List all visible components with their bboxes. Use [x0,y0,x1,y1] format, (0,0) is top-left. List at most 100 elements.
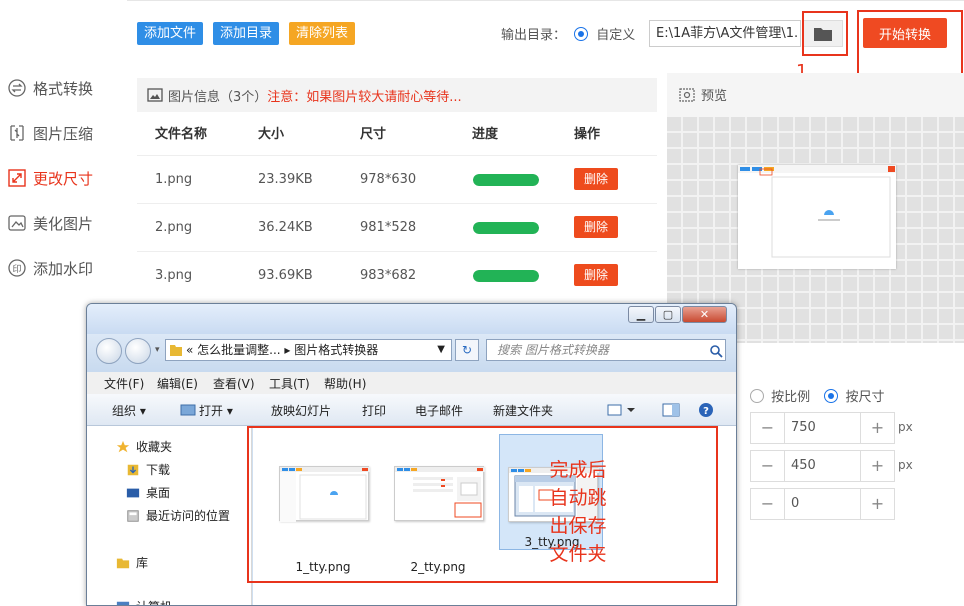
clear-list-button[interactable]: 清除列表 [289,22,356,45]
add-file-button[interactable]: 添加文件 [137,22,204,45]
email-button[interactable]: 电子邮件 [415,402,463,419]
cell-dims: 983*682 [360,268,417,283]
computer-icon [116,601,130,605]
nav-favorites[interactable]: 收藏夹 [115,438,172,455]
nav-history-icon[interactable]: ▾ [155,345,160,355]
search-input[interactable]: 搜索 图片格式转换器 [486,339,726,361]
sidebar-item-label: 更改尺寸 [33,169,94,188]
nav-desktop[interactable]: 桌面 [125,484,170,501]
table-row: 1.png 23.39KB 978*630 删除 [137,155,657,202]
sidebar-item-watermark[interactable]: 印 添加水印 [6,255,93,281]
format-convert-icon [6,77,28,99]
cell-dims: 981*528 [360,220,417,235]
explorer-titlebar: ▁ ▢ ✕ [87,304,736,334]
custom-radio[interactable] [574,27,589,41]
height-value: 450 [791,458,816,473]
third-decrease-button[interactable]: − [751,489,785,519]
width-increase-button[interactable]: + [860,413,894,443]
help-icon[interactable]: ? [698,402,714,418]
callout-box-1 [802,11,848,56]
cell-dims: 978*630 [360,172,417,187]
third-increase-button[interactable]: + [860,489,894,519]
close-button[interactable]: ✕ [682,306,727,323]
sidebar-item-beautify[interactable]: 美化图片 [6,210,93,236]
explorer-nav-pane: 收藏夹 下载 桌面 最近访问的位置 库 计算机 [87,426,252,605]
progress-fill [473,174,539,186]
star-icon [116,440,130,452]
menu-tools[interactable]: 工具(T) [269,375,310,392]
search-icon[interactable] [709,344,723,358]
slideshow-button[interactable]: 放映幻灯片 [271,402,331,419]
sidebar-item-label: 美化图片 [33,214,94,233]
cell-size: 23.39KB [258,172,313,187]
nav-library[interactable]: 库 [115,554,148,571]
col-header-progress: 进度 [472,127,499,142]
desktop-icon [126,488,140,497]
cell-size: 93.69KB [258,268,313,283]
height-decrease-button[interactable]: − [751,451,785,481]
forward-button[interactable] [125,338,151,364]
back-button[interactable] [96,338,122,364]
custom-radio-label: 自定义 [596,28,636,43]
output-dir-label-text: 输出目录： [501,28,567,43]
sidebar-item-format-convert[interactable]: 格式转换 [6,75,93,101]
delete-button[interactable]: 删除 [574,264,618,286]
menu-file[interactable]: 文件(F) [104,375,144,392]
downloads-icon [127,464,139,475]
nav-desktop-label: 桌面 [146,486,171,500]
progress-bar [473,222,539,234]
organize-button[interactable]: 组织 ▾ [112,402,146,419]
maximize-button[interactable]: ▢ [655,306,681,323]
nav-recent-label: 最近访问的位置 [146,509,231,523]
by-size-radio[interactable] [824,389,839,403]
output-path-input[interactable]: E:\1A菲方\A文件管理\1. [649,20,801,47]
image-info-warning: 注意：如果图片较大请耐心等待... [267,89,462,105]
third-stepper[interactable]: − 0 + [750,488,895,520]
minimize-button[interactable]: ▁ [628,306,654,323]
delete-button[interactable]: 删除 [574,168,618,190]
preview-pane-icon[interactable] [662,403,680,417]
sidebar-item-compress[interactable]: 图片压缩 [6,120,93,146]
address-dropdown-icon[interactable]: ▼ [437,340,445,360]
explorer-toolbar: 组织 ▾ 打开 ▾ 放映幻灯片 打印 电子邮件 新建文件夹 ? [87,394,736,426]
refresh-icon[interactable]: ↻ [455,339,479,361]
recent-places-icon [127,509,139,522]
by-ratio-radio[interactable] [750,389,764,403]
address-text: « 怎么批量调整... ▸ 图片格式转换器 [186,343,379,357]
annotation-box [247,426,718,583]
width-decrease-button[interactable]: − [751,413,785,443]
menu-help[interactable]: 帮助(H) [324,375,366,392]
height-increase-button[interactable]: + [860,451,894,481]
sidebar-item-label: 图片压缩 [33,124,94,143]
nav-downloads[interactable]: 下载 [125,461,170,478]
preview-icon [679,87,695,102]
width-stepper[interactable]: − 750 + [750,412,895,444]
open-button[interactable]: 打开 ▾ [199,402,233,419]
sidebar-item-resize[interactable]: 更改尺寸 [6,165,93,191]
height-stepper[interactable]: − 450 + [750,450,895,482]
add-directory-button[interactable]: 添加目录 [213,22,280,45]
new-folder-button[interactable]: 新建文件夹 [493,402,553,419]
cell-size: 36.24KB [258,220,313,235]
view-options-icon[interactable] [607,403,637,417]
progress-fill [473,222,539,234]
delete-button[interactable]: 删除 [574,216,618,238]
nav-recent[interactable]: 最近访问的位置 [125,507,230,524]
beautify-icon [6,212,28,234]
width-unit: px [898,420,913,434]
menu-view[interactable]: 查看(V) [213,375,255,392]
compress-icon [6,122,28,144]
address-input[interactable]: « 怎么批量调整... ▸ 图片格式转换器 ▼ [165,339,452,361]
resize-icon [6,167,28,189]
nav-downloads-label: 下载 [146,463,171,477]
print-button[interactable]: 打印 [362,402,386,419]
image-icon [147,88,163,102]
third-value: 0 [791,496,800,511]
watermark-icon: 印 [6,257,28,279]
nav-computer[interactable]: 计算机 [115,598,172,605]
menu-edit[interactable]: 编辑(E) [157,375,198,392]
col-header-name: 文件名称 [155,127,208,142]
app-window: 格式转换 图片压缩 更改尺寸 美化图片 印 添加水印 添加文件 添加目录 清除列… [0,0,964,606]
sidebar-item-label: 添加水印 [33,259,94,278]
progress-fill [473,270,539,282]
